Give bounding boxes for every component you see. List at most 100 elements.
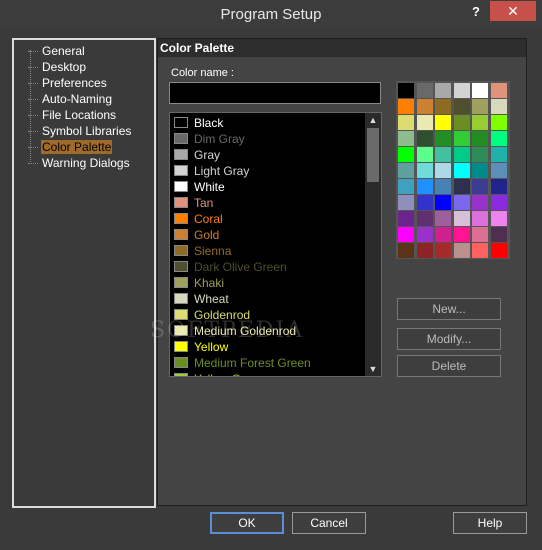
palette-cell[interactable]	[416, 211, 433, 226]
tree-item-warning-dialogs[interactable]: Warning Dialogs	[28, 156, 131, 171]
palette-cell[interactable]	[453, 131, 470, 146]
palette-cell[interactable]	[435, 227, 451, 242]
palette-cell[interactable]	[490, 99, 507, 114]
new-color-button[interactable]: New...	[397, 298, 501, 320]
help-button[interactable]: Help	[453, 512, 527, 534]
palette-cell[interactable]	[416, 163, 433, 178]
palette-cell[interactable]	[490, 211, 507, 226]
palette-cell[interactable]	[398, 211, 414, 226]
cancel-button[interactable]: Cancel	[292, 512, 366, 534]
palette-cell[interactable]	[472, 211, 488, 226]
palette-cell[interactable]	[472, 115, 488, 130]
palette-cell[interactable]	[490, 163, 507, 178]
color-list-item[interactable]: Tan	[172, 195, 367, 211]
palette-cell[interactable]	[435, 115, 451, 130]
tree-item-symbol-libraries[interactable]: Symbol Libraries	[28, 124, 132, 139]
palette-cell[interactable]	[398, 131, 414, 146]
palette-cell[interactable]	[453, 195, 470, 210]
palette-cell[interactable]	[453, 211, 470, 226]
palette-cell[interactable]	[416, 243, 433, 258]
palette-cell[interactable]	[472, 243, 488, 258]
palette-cell[interactable]	[416, 179, 433, 194]
scroll-down-arrow-icon[interactable]: ▼	[365, 362, 381, 376]
color-list-item[interactable]: Black	[172, 115, 367, 131]
color-list-item[interactable]: Light Gray	[172, 163, 367, 179]
close-button[interactable]: ✕	[490, 1, 536, 21]
palette-cell[interactable]	[490, 131, 507, 146]
palette-cell[interactable]	[435, 195, 451, 210]
color-list-item[interactable]: Gold	[172, 227, 367, 243]
palette-cell[interactable]	[398, 163, 414, 178]
palette-cell[interactable]	[453, 243, 470, 258]
palette-cell[interactable]	[435, 179, 451, 194]
palette-cell[interactable]	[416, 99, 433, 114]
palette-cell[interactable]	[416, 115, 433, 130]
palette-cell[interactable]	[472, 179, 488, 194]
palette-cell[interactable]	[472, 163, 488, 178]
color-list-item[interactable]: White	[172, 179, 367, 195]
color-list-item[interactable]: Dim Gray	[172, 131, 367, 147]
palette-cell[interactable]	[490, 227, 507, 242]
scroll-up-arrow-icon[interactable]: ▲	[365, 113, 381, 127]
palette-cell[interactable]	[435, 211, 451, 226]
palette-cell[interactable]	[398, 243, 414, 258]
palette-cell[interactable]	[490, 83, 507, 98]
color-list-item[interactable]: Wheat	[172, 291, 367, 307]
scroll-thumb[interactable]	[367, 128, 379, 182]
palette-cell[interactable]	[453, 179, 470, 194]
palette-cell[interactable]	[472, 131, 488, 146]
palette-cell[interactable]	[398, 115, 414, 130]
tree-item-auto-naming[interactable]: Auto-Naming	[28, 92, 113, 107]
color-list-item[interactable]: Coral	[172, 211, 367, 227]
palette-cell[interactable]	[472, 83, 488, 98]
palette-cell[interactable]	[490, 115, 507, 130]
color-name-input[interactable]	[169, 82, 381, 104]
help-title-button[interactable]: ?	[465, 4, 487, 22]
palette-cell[interactable]	[435, 83, 451, 98]
tree-item-preferences[interactable]: Preferences	[28, 76, 108, 91]
palette-cell[interactable]	[472, 147, 488, 162]
ok-button[interactable]: OK	[210, 512, 284, 534]
palette-cell[interactable]	[435, 99, 451, 114]
palette-cell[interactable]	[453, 83, 470, 98]
palette-cell[interactable]	[398, 195, 414, 210]
color-list-scrollbar[interactable]: ▲ ▼	[365, 113, 381, 376]
palette-cell[interactable]	[453, 147, 470, 162]
color-list-item[interactable]: Yellow Green	[172, 371, 367, 376]
palette-cell[interactable]	[416, 131, 433, 146]
tree-item-desktop[interactable]: Desktop	[28, 60, 87, 75]
palette-cell[interactable]	[398, 179, 414, 194]
color-list-item[interactable]: Sienna	[172, 243, 367, 259]
palette-cell[interactable]	[490, 147, 507, 162]
palette-cell[interactable]	[416, 147, 433, 162]
palette-cell[interactable]	[435, 147, 451, 162]
palette-cell[interactable]	[453, 115, 470, 130]
palette-cell[interactable]	[453, 227, 470, 242]
color-list-item[interactable]: Medium Forest Green	[172, 355, 367, 371]
palette-cell[interactable]	[453, 163, 470, 178]
color-list-item[interactable]: Gray	[172, 147, 367, 163]
palette-cell[interactable]	[416, 195, 433, 210]
palette-cell[interactable]	[472, 99, 488, 114]
palette-cell[interactable]	[490, 195, 507, 210]
delete-color-button[interactable]: Delete	[397, 355, 501, 377]
palette-cell[interactable]	[490, 243, 507, 258]
palette-cell[interactable]	[416, 83, 433, 98]
tree-item-general[interactable]: General	[28, 44, 86, 59]
palette-cell[interactable]	[490, 179, 507, 194]
palette-cell[interactable]	[398, 147, 414, 162]
palette-cell[interactable]	[435, 131, 451, 146]
color-list-item[interactable]: Khaki	[172, 275, 367, 291]
palette-cell[interactable]	[435, 243, 451, 258]
palette-cell[interactable]	[435, 163, 451, 178]
palette-cell[interactable]	[453, 99, 470, 114]
palette-cell[interactable]	[472, 227, 488, 242]
palette-cell[interactable]	[416, 227, 433, 242]
palette-cell[interactable]	[398, 99, 414, 114]
color-list-item[interactable]: Dark Olive Green	[172, 259, 367, 275]
tree-item-color-palette[interactable]: Color Palette	[28, 140, 113, 155]
modify-color-button[interactable]: Modify...	[397, 328, 501, 350]
palette-cell[interactable]	[398, 227, 414, 242]
palette-cell[interactable]	[398, 83, 414, 98]
palette-cell[interactable]	[472, 195, 488, 210]
